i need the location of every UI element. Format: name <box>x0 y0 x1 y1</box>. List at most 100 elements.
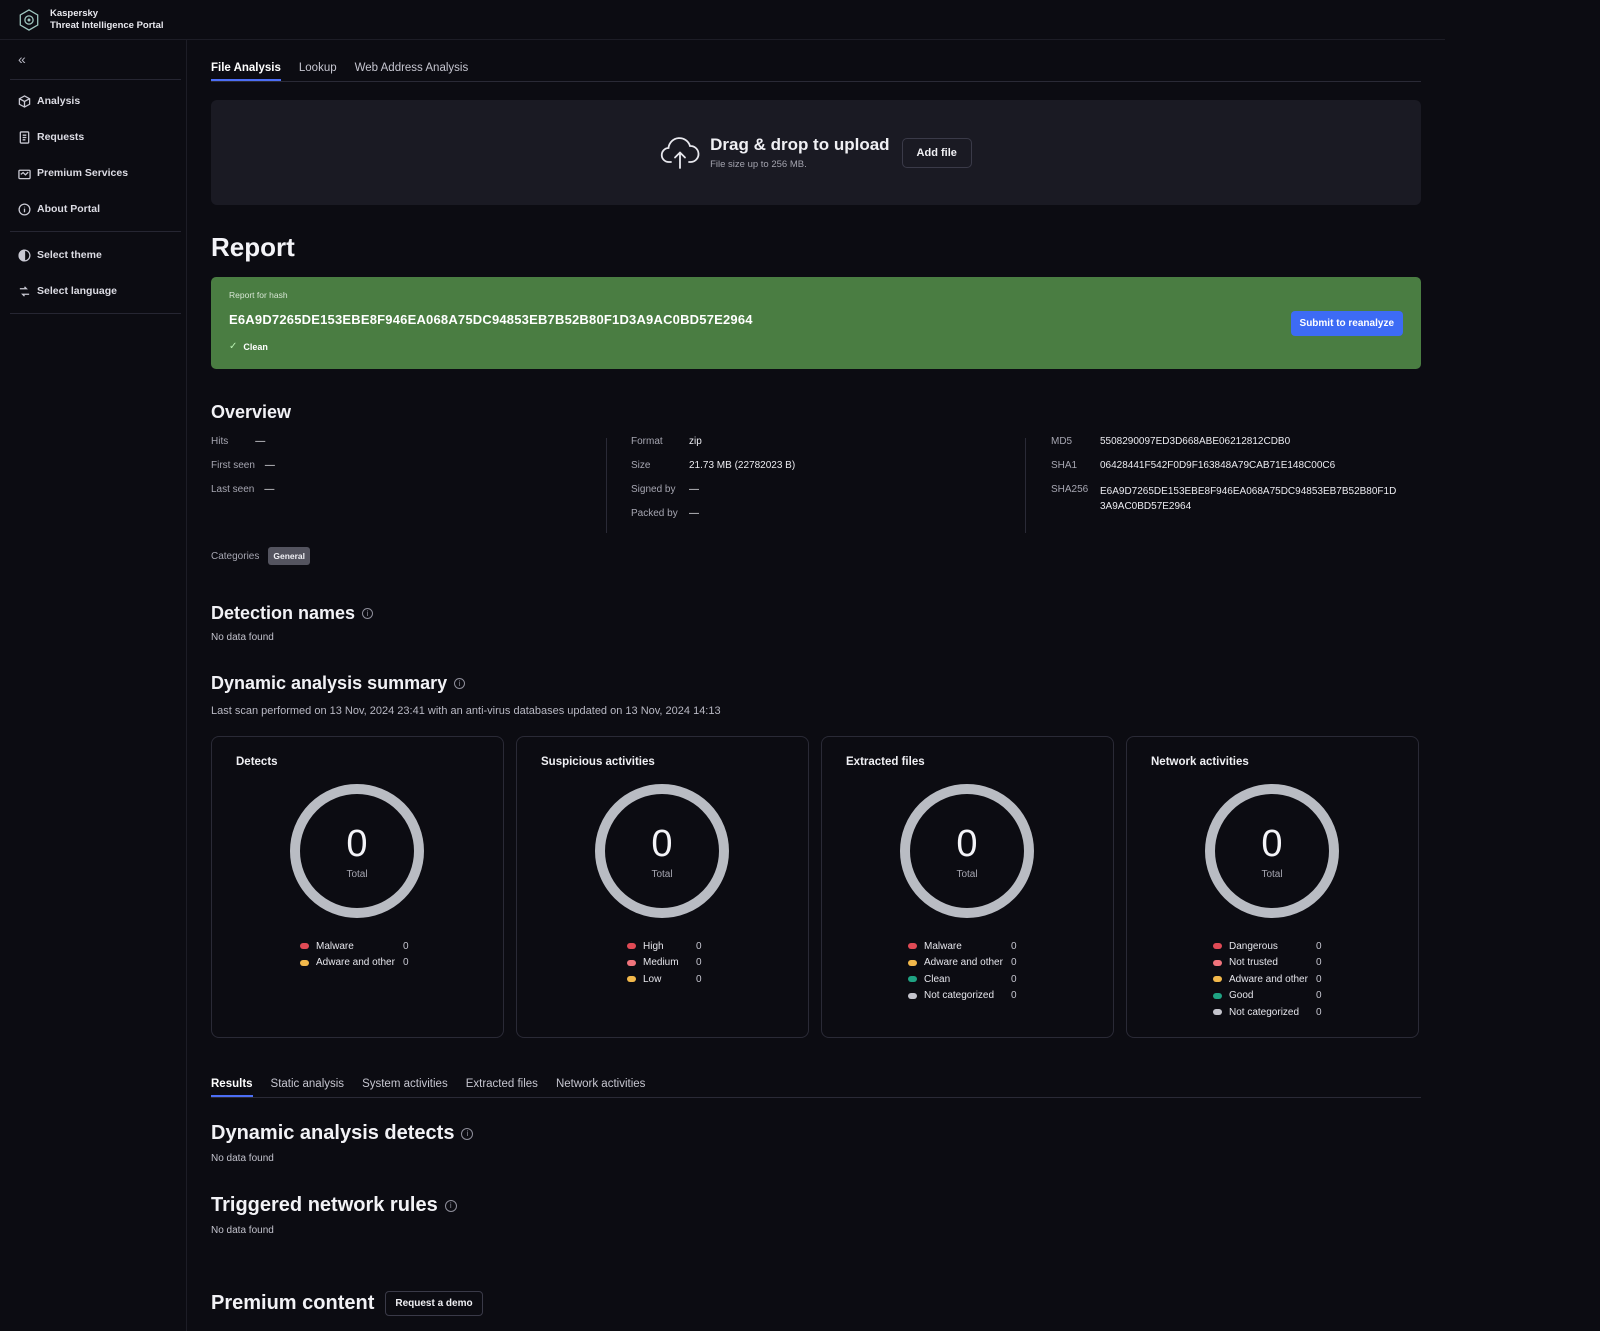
legend-color-dot <box>1213 976 1222 983</box>
brand-line-2: Threat Intelligence Portal <box>50 19 164 31</box>
legend-item: Clean 0 <box>908 971 1017 988</box>
triggered-network-rules-title: Triggered network rules <box>211 1194 438 1216</box>
last-scan-text: Last scan performed on 13 Nov, 2024 23:4… <box>211 705 721 717</box>
dynamic-analysis-summary-title: Dynamic analysis summary <box>211 673 448 693</box>
sidebar-item-select-language[interactable]: Select language <box>18 281 117 301</box>
card-title: Suspicious activities <box>541 756 655 768</box>
overview-column-3: MD5 5508290097ED3D668ABE06212812CDB0 SHA1… <box>1051 436 1396 514</box>
donut-chart: 0 Total <box>899 783 1035 919</box>
tab-file-analysis[interactable]: File Analysis <box>211 62 281 81</box>
legend-item: Medium 0 <box>627 955 702 972</box>
legend-color-dot <box>1213 943 1222 950</box>
main-content: File Analysis Lookup Web Address Analysi… <box>211 40 1421 1316</box>
sha256-label: SHA256 <box>1051 484 1089 495</box>
overview-divider <box>1025 438 1026 533</box>
detection-names-title: Detection names <box>211 603 356 623</box>
info-icon <box>18 202 31 216</box>
overview-row: Packed by — <box>631 508 795 532</box>
detection-names-empty: No data found <box>211 632 274 643</box>
overview-row: Signed by — <box>631 484 795 508</box>
overview-row: First seen — <box>211 460 275 484</box>
kaspersky-logo-icon[interactable] <box>18 8 40 31</box>
summary-card-suspicious-activities: Suspicious activities 0 Total High 0 Medium 0 L… <box>516 736 809 1038</box>
sidebar-item-label: Requests <box>37 131 85 143</box>
size-label: Size <box>631 460 651 471</box>
info-icon[interactable]: i <box>362 608 374 619</box>
md5-label: MD5 <box>1051 436 1073 447</box>
sidebar-item-premium-services[interactable]: Premium Services <box>18 163 128 183</box>
overview-grid: Hits — First seen — Last seen — Format zip S… <box>211 436 1421 541</box>
first-seen-label: First seen <box>211 460 255 471</box>
tab-static-analysis[interactable]: Static analysis <box>271 1078 345 1097</box>
legend-label: Adware and other <box>316 957 395 969</box>
sidebar-divider <box>10 313 181 314</box>
summary-card-extracted-files: Extracted files 0 Total Malware 0 Adware and … <box>821 736 1114 1038</box>
triggered-network-rules-empty: No data found <box>211 1225 274 1236</box>
add-file-button[interactable]: Add file <box>901 137 972 168</box>
request-demo-button[interactable]: Request a demo <box>385 1291 483 1316</box>
collapse-sidebar-icon[interactable]: « <box>18 52 32 66</box>
total-label: Total <box>1261 869 1283 880</box>
sha1-value: 06428441F542F0D9F163848A79CAB71E148C00C6 <box>1100 460 1336 471</box>
legend-value: 0 <box>696 940 702 952</box>
report-for-hash-label: Report for hash <box>229 290 288 300</box>
tab-extracted-files[interactable]: Extracted files <box>466 1078 538 1097</box>
sidebar-item-select-theme[interactable]: Select theme <box>18 245 102 265</box>
sidebar-divider <box>10 231 181 232</box>
upload-text: Drag & drop to upload File size up to 25… <box>710 135 889 170</box>
legend-label: High <box>643 940 664 952</box>
md5-value: 5508290097ED3D668ABE06212812CDB0 <box>1100 436 1291 447</box>
tab-network-activities[interactable]: Network activities <box>556 1078 645 1097</box>
analysis-tabs: File Analysis Lookup Web Address Analysi… <box>211 40 1421 82</box>
tab-web-address-analysis[interactable]: Web Address Analysis <box>355 62 469 81</box>
info-icon[interactable]: i <box>444 1199 457 1212</box>
submit-to-reanalyze-button[interactable]: Submit to reanalyze <box>1290 311 1403 336</box>
card-title: Detects <box>236 756 278 768</box>
sidebar-item-about-portal[interactable]: About Portal <box>18 199 100 219</box>
legend-value: 0 <box>696 957 702 969</box>
legend-item: Malware 0 <box>908 938 1017 955</box>
card-legend: Malware 0 Adware and other 0 Clean 0 Not categ… <box>908 938 1017 1004</box>
brand-name[interactable]: Kaspersky Threat Intelligence Portal <box>50 8 164 32</box>
brand-line-1: Kaspersky <box>50 7 99 19</box>
summary-card-detects: Detects 0 Total Malware 0 Adware and other 0 <box>211 736 504 1038</box>
cloud-upload-icon <box>660 136 700 169</box>
format-label: Format <box>631 436 663 447</box>
legend-item: High 0 <box>627 938 702 955</box>
sidebar-item-requests[interactable]: Requests <box>18 127 84 147</box>
card-legend: Dangerous 0 Not trusted 0 Adware and other 0 G… <box>1213 938 1322 1021</box>
tab-system-activities[interactable]: System activities <box>362 1078 448 1097</box>
overview-column-2: Format zip Size 21.73 MB (22782023 B) Sign… <box>631 436 795 532</box>
legend-label: Malware <box>316 940 354 952</box>
legend-label: Not categorized <box>924 990 995 1002</box>
legend-label: Adware and other <box>924 957 1003 969</box>
sidebar-item-analysis[interactable]: Analysis <box>18 91 80 111</box>
categories-row: Categories General <box>211 547 1421 565</box>
tab-lookup[interactable]: Lookup <box>299 62 337 81</box>
legend-label: Dangerous <box>1229 940 1278 952</box>
theme-icon <box>18 248 31 262</box>
categories-label: Categories <box>211 550 260 562</box>
overview-divider <box>606 438 607 533</box>
hits-label: Hits <box>211 436 229 447</box>
legend-label: Malware <box>924 940 962 952</box>
total-label: Total <box>956 869 978 880</box>
tab-results[interactable]: Results <box>211 1078 253 1097</box>
legend-color-dot <box>300 959 309 966</box>
sidebar-item-label: About Portal <box>37 203 100 215</box>
legend-color-dot <box>908 959 917 966</box>
cube-icon <box>18 94 31 108</box>
info-icon[interactable]: i <box>454 678 466 689</box>
legend-item: Not trusted 0 <box>1213 955 1322 972</box>
legend-item: Not categorized 0 <box>1213 1004 1322 1021</box>
top-bar: Kaspersky Threat Intelligence Portal <box>0 0 1445 40</box>
legend-value: 0 <box>1011 957 1017 969</box>
info-icon[interactable]: i <box>461 1127 474 1140</box>
legend-color-dot <box>908 992 917 999</box>
legend-color-dot <box>1213 992 1222 999</box>
legend-value: 0 <box>1316 973 1322 985</box>
overview-row: MD5 5508290097ED3D668ABE06212812CDB0 <box>1051 436 1396 460</box>
upload-dropzone[interactable]: Drag & drop to upload File size up to 25… <box>211 100 1421 205</box>
card-title: Network activities <box>1151 756 1249 768</box>
overview-row: Size 21.73 MB (22782023 B) <box>631 460 795 484</box>
